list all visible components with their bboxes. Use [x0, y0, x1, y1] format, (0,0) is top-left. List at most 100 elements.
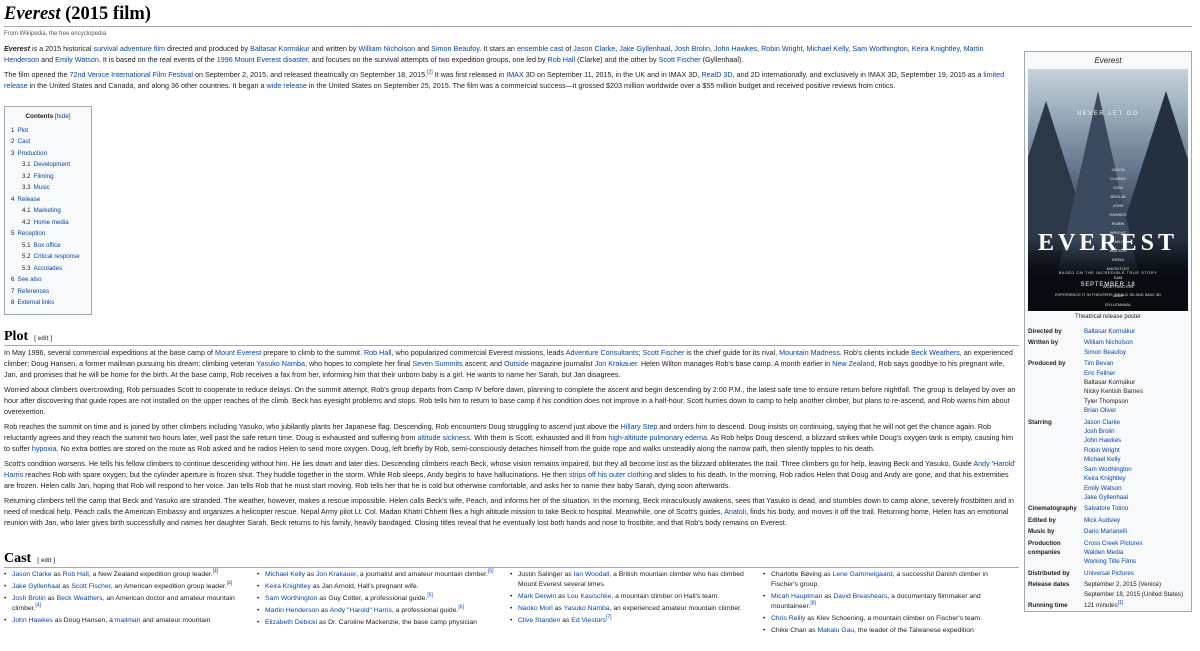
wiki-link[interactable]: survival adventure film [94, 44, 166, 53]
wiki-link[interactable]: Anatoli [724, 507, 746, 516]
wiki-link[interactable]: Adventure Consultants [566, 348, 639, 357]
wiki-link[interactable]: John Hawkes [1084, 437, 1121, 444]
wiki-link[interactable]: Chris Reilly [771, 615, 805, 622]
wiki-link[interactable]: Sam Worthington [852, 44, 907, 53]
wiki-link[interactable]: Emily Watson [1084, 485, 1122, 492]
toc-item[interactable]: 3 Production [11, 148, 85, 160]
wiki-link[interactable]: Cross Creek Pictures [1084, 540, 1142, 547]
citation-link[interactable]: [7] [606, 615, 612, 621]
toc-item[interactable]: 4.2 Home media [11, 217, 85, 229]
wiki-link[interactable]: Rob Hall [548, 55, 576, 64]
toc-item[interactable]: 5.1 Box office [11, 240, 85, 252]
wiki-link[interactable]: David Breashears [833, 593, 887, 600]
toc-item[interactable]: 6 See also [11, 274, 85, 286]
toc-label[interactable]: See also [17, 276, 41, 283]
toc-label[interactable]: Release [17, 196, 40, 203]
wiki-link[interactable]: Simon Beaufoy [431, 44, 479, 53]
wiki-link[interactable]: Walden Media [1084, 549, 1123, 556]
wiki-link[interactable]: Jake Gyllenhaal [12, 583, 60, 590]
edit-link-plot[interactable]: [ edit ] [34, 336, 52, 342]
wiki-link[interactable]: Naoko Mori [518, 605, 553, 612]
theatrical-poster-image[interactable]: NEVER LET GO JASON CLARKE JOSH BROLIN JOHN HA… [1028, 69, 1188, 311]
wiki-link[interactable]: William Nicholson [358, 44, 415, 53]
wiki-link[interactable]: IMAX [506, 70, 524, 79]
toc-item[interactable]: 5 Reception [11, 228, 85, 240]
wiki-link[interactable]: Eric Fellner [1084, 370, 1115, 377]
citation-link[interactable]: [6] [458, 605, 464, 611]
toc-item[interactable]: 3.3 Music [11, 182, 85, 194]
citation-link[interactable]: [5] [488, 569, 494, 575]
wiki-link[interactable]: Yasuko Namba [564, 605, 610, 612]
wiki-link[interactable]: Clive Standen [518, 617, 560, 624]
toc-item[interactable]: 7 References [11, 286, 85, 298]
wiki-link[interactable]: Michael Kelly [1084, 456, 1120, 463]
wiki-link[interactable]: Emily Watson [55, 55, 99, 64]
wiki-link[interactable]: Scott Fischer [642, 348, 684, 357]
wiki-link[interactable]: Hillary Step [621, 422, 658, 431]
wiki-link[interactable]: Jake Gyllenhaal [619, 44, 670, 53]
wiki-link[interactable]: Mountain Madness [779, 348, 840, 357]
wiki-link[interactable]: Scott Fischer [659, 55, 701, 64]
toc-item[interactable]: 2 Cast [11, 136, 85, 148]
toc-label[interactable]: Marketing [34, 207, 61, 214]
wiki-link[interactable]: Scott Fischer [71, 583, 110, 590]
wiki-link[interactable]: Outside [504, 359, 529, 368]
wiki-link[interactable]: Lene Gammelgaard [833, 571, 893, 578]
wiki-link[interactable]: altitude sickness [417, 433, 470, 442]
wiki-link[interactable]: Michael Kelly [807, 44, 849, 53]
wiki-link[interactable]: Beck Weathers [911, 348, 960, 357]
wiki-link[interactable]: Baltasar Kormákur [250, 44, 310, 53]
wiki-link[interactable]: Lou Kasischke [567, 593, 611, 600]
wiki-link[interactable]: Keira Knightley [1084, 475, 1126, 482]
wiki-link[interactable]: Working Title Films [1084, 558, 1136, 565]
wiki-link[interactable]: Mount Everest [215, 348, 261, 357]
toc-label[interactable]: Filming [34, 173, 54, 180]
toc-item[interactable]: 8 External links [11, 297, 85, 309]
wiki-link[interactable]: New Zealand [832, 359, 874, 368]
wiki-link[interactable]: Simon Beaufoy [1084, 349, 1126, 356]
toc-item[interactable]: 5.2 Critical response [11, 251, 85, 263]
citation-link[interactable]: [1] [1118, 600, 1124, 606]
toc-label[interactable]: Development [34, 161, 70, 168]
toc-label[interactable]: Plot [17, 127, 28, 134]
wiki-link[interactable]: Universal Pictures [1084, 570, 1134, 577]
wiki-link[interactable]: Yasuko Namba [256, 359, 305, 368]
wiki-link[interactable]: Josh Brolin [1084, 428, 1115, 435]
wiki-link[interactable]: John Hawkes [714, 44, 757, 53]
wiki-link[interactable]: 72nd Venice International Film Festival [70, 70, 193, 79]
wiki-link[interactable]: Seven Summits [412, 359, 462, 368]
wiki-link[interactable]: William Nicholson [1084, 339, 1133, 346]
wiki-link[interactable]: Tim Bevan [1084, 360, 1113, 367]
edit-link-cast[interactable]: [ edit ] [37, 558, 55, 564]
wiki-link[interactable]: Robin Wright [761, 44, 802, 53]
wiki-link[interactable]: high-altitude pulmonary edema [608, 433, 707, 442]
wiki-link[interactable]: Baltasar Kormákur [1084, 328, 1135, 335]
wiki-link[interactable]: Jon Krakauer [316, 571, 356, 578]
toc-item[interactable]: 1 Plot [11, 125, 85, 137]
wiki-link[interactable]: Keira Knightley [912, 44, 960, 53]
wiki-link[interactable]: Rob Hall [63, 571, 89, 578]
wiki-link[interactable]: Keira Knightley [265, 583, 311, 590]
toc-label[interactable]: Music [34, 184, 50, 191]
wiki-link[interactable]: Josh Brolin [12, 595, 46, 602]
toc-label[interactable]: Home media [34, 219, 69, 226]
wiki-link[interactable]: John Hawkes [12, 617, 53, 624]
wiki-link[interactable]: Dario Marianelli [1084, 528, 1127, 535]
wiki-link[interactable]: Robin Wright [1084, 447, 1120, 454]
wiki-link[interactable]: Brian Oliver [1084, 407, 1116, 414]
wiki-link[interactable]: Jake Gyllenhaal [1084, 494, 1128, 501]
wiki-link[interactable]: hypoxia [32, 444, 57, 453]
wiki-link[interactable]: Jon Krakauer [595, 359, 637, 368]
wiki-link[interactable]: Beck Weathers [57, 595, 103, 602]
toc-label[interactable]: Reception [17, 230, 45, 237]
toc-label[interactable]: External links [17, 299, 54, 306]
wiki-link[interactable]: Jason Clarke [573, 44, 615, 53]
toc-label[interactable]: Cast [17, 138, 30, 145]
toc-label[interactable]: Production [17, 150, 47, 157]
wiki-link[interactable]: Salvatore Totino [1084, 505, 1128, 512]
citation-link[interactable]: [8] [810, 601, 816, 607]
wiki-link[interactable]: 1996 Mount Everest disaster [217, 55, 308, 64]
wiki-link[interactable]: RealD 3D [701, 70, 732, 79]
toc-item[interactable]: 4.1 Marketing [11, 205, 85, 217]
citation-link[interactable]: [4] [227, 581, 233, 587]
